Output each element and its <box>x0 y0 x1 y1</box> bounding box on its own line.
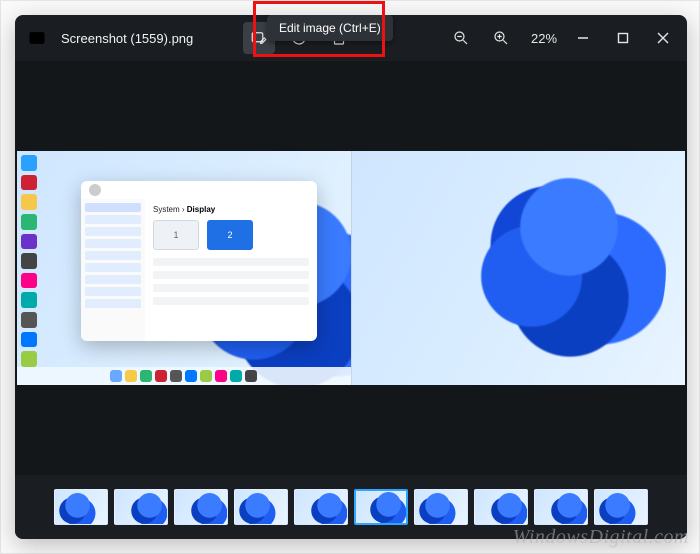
filmstrip-thumb[interactable] <box>54 489 108 525</box>
filmstrip-thumb[interactable] <box>294 489 348 525</box>
monitor-arrangement: 1 2 <box>153 220 309 250</box>
minimize-icon <box>577 32 589 44</box>
thumb-bloom <box>234 489 281 525</box>
filmstrip-thumb[interactable] <box>594 489 648 525</box>
monitor-1: 1 <box>153 220 199 250</box>
zoom-toolbar: 22% <box>445 22 563 54</box>
zoom-level: 22% <box>531 31 557 46</box>
windows-bloom-wallpaper <box>416 151 685 385</box>
zoom-in-button[interactable] <box>485 22 517 54</box>
desktop-monitor-2 <box>351 151 686 385</box>
filmstrip-thumb[interactable] <box>414 489 468 525</box>
displayed-image: System › Display 1 2 <box>17 151 685 385</box>
filmstrip-thumb[interactable] <box>534 489 588 525</box>
file-name: Screenshot (1559).png <box>61 31 193 46</box>
photos-app-window: Screenshot (1559).png <box>15 15 687 539</box>
thumb-bloom <box>481 489 528 525</box>
zoom-in-icon <box>492 29 510 47</box>
close-icon <box>657 32 669 44</box>
app-logo-icon <box>27 28 47 48</box>
thumb-bloom <box>301 489 348 525</box>
filmstrip-thumb[interactable] <box>474 489 528 525</box>
monitor-2-selected: 2 <box>207 220 253 250</box>
desktop-icons-column <box>21 155 41 367</box>
thumb-bloom <box>360 489 408 525</box>
taskbar <box>17 367 351 385</box>
filmstrip-thumb[interactable] <box>234 489 288 525</box>
settings-display-window: System › Display 1 2 <box>81 181 317 341</box>
thumb-bloom <box>54 489 101 525</box>
avatar <box>89 184 101 196</box>
thumb-bloom <box>414 489 461 525</box>
settings-nav <box>81 199 145 341</box>
zoom-out-icon <box>452 29 470 47</box>
thumb-bloom <box>541 489 588 525</box>
filmstrip-thumb[interactable] <box>114 489 168 525</box>
thumb-bloom <box>181 489 228 525</box>
article-stage: Screenshot (1559).png <box>0 0 700 554</box>
window-minimize[interactable] <box>563 22 603 54</box>
maximize-icon <box>617 32 629 44</box>
window-close[interactable] <box>643 22 683 54</box>
settings-breadcrumb: System › Display <box>153 205 309 214</box>
zoom-out-button[interactable] <box>445 22 477 54</box>
window-maximize[interactable] <box>603 22 643 54</box>
filmstrip-thumb[interactable] <box>354 489 408 525</box>
thumb-bloom <box>594 489 641 525</box>
image-viewport[interactable]: System › Display 1 2 <box>15 61 687 475</box>
filmstrip-thumb[interactable] <box>174 489 228 525</box>
filmstrip <box>15 475 687 539</box>
thumb-bloom <box>121 489 168 525</box>
edit-image-tooltip: Edit image (Ctrl+E) <box>267 15 393 41</box>
edit-image-icon <box>250 29 268 47</box>
desktop-monitor-1: System › Display 1 2 <box>17 151 351 385</box>
